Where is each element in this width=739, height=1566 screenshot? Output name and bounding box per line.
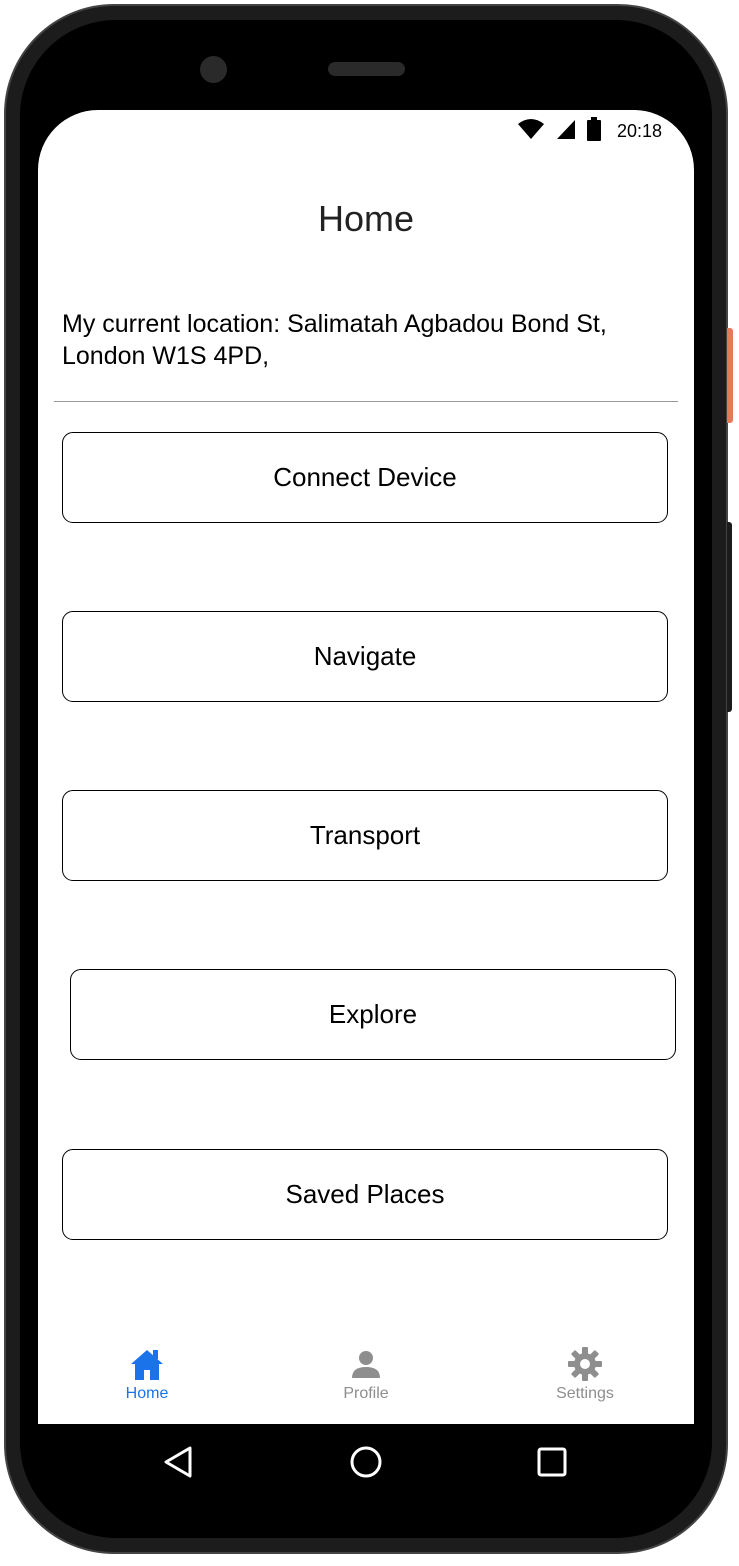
person-icon xyxy=(348,1346,384,1382)
front-camera xyxy=(200,56,227,83)
bottom-tab-bar: Home Profile Settings xyxy=(38,1346,694,1424)
earpiece-speaker xyxy=(328,62,405,76)
battery-icon xyxy=(586,116,601,146)
wifi-icon xyxy=(517,118,545,145)
recents-icon[interactable] xyxy=(532,1442,572,1482)
navigate-button[interactable]: Navigate xyxy=(62,611,668,702)
connect-device-button[interactable]: Connect Device xyxy=(62,432,668,523)
divider xyxy=(54,401,678,402)
tab-settings-label: Settings xyxy=(556,1385,614,1402)
tab-home-label: Home xyxy=(125,1385,169,1402)
tab-settings[interactable]: Settings xyxy=(525,1346,645,1424)
explore-button[interactable]: Explore xyxy=(70,969,676,1060)
tab-profile-label: Profile xyxy=(343,1385,389,1402)
cellular-signal-icon xyxy=(555,118,577,145)
back-icon[interactable] xyxy=(158,1442,198,1482)
home-icon xyxy=(129,1346,165,1382)
volume-button xyxy=(727,522,732,712)
transport-button[interactable]: Transport xyxy=(62,790,668,881)
app-screen: 20:18 Home My current location: Salimata… xyxy=(38,110,694,1424)
page-title: Home xyxy=(317,198,415,239)
status-bar: 20:18 xyxy=(517,116,662,146)
tab-home[interactable]: Home xyxy=(87,1346,207,1424)
status-time: 20:18 xyxy=(616,120,662,141)
home-circle-icon[interactable] xyxy=(346,1442,386,1482)
tab-profile[interactable]: Profile xyxy=(306,1346,426,1424)
saved-places-button[interactable]: Saved Places xyxy=(62,1149,668,1240)
system-nav-bar xyxy=(38,1424,694,1500)
current-location-text: My current location: Salimatah Agbadou B… xyxy=(62,310,607,370)
gear-icon xyxy=(567,1346,603,1382)
power-button xyxy=(727,328,733,423)
